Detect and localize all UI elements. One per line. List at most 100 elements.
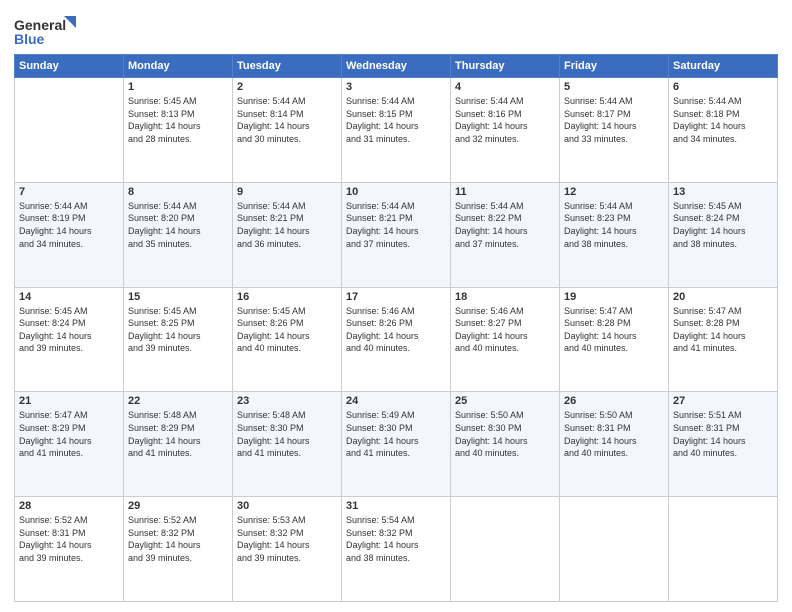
day-info: Sunrise: 5:44 AM Sunset: 8:19 PM Dayligh…: [19, 200, 119, 250]
calendar-cell: 6 Sunrise: 5:44 AM Sunset: 8:18 PM Daylig…: [669, 78, 778, 183]
weekday-header-sunday: Sunday: [15, 55, 124, 78]
calendar-cell: 28Sunrise: 5:52 AM Sunset: 8:31 PM Dayli…: [15, 497, 124, 602]
day-number: 29: [128, 500, 228, 512]
page: GeneralBlue SundayMondayTuesdayWednesday…: [0, 0, 792, 612]
calendar-cell: 2 Sunrise: 5:44 AM Sunset: 8:14 PM Daylig…: [233, 78, 342, 183]
calendar-cell: 11 Sunrise: 5:44 AM Sunset: 8:22 PM Dayli…: [451, 182, 560, 287]
day-info: Sunrise: 5:44 AM Sunset: 8:23 PM Dayligh…: [564, 200, 664, 250]
day-info: Sunrise: 5:47 AM Sunset: 8:28 PM Dayligh…: [564, 305, 664, 355]
day-info: Sunrise: 5:50 AM Sunset: 8:30 PM Dayligh…: [455, 409, 555, 459]
day-number: 6: [673, 81, 773, 93]
day-info: Sunrise: 5:49 AM Sunset: 8:30 PM Dayligh…: [346, 409, 446, 459]
calendar-cell: 29Sunrise: 5:52 AM Sunset: 8:32 PM Dayli…: [124, 497, 233, 602]
calendar-cell: 1 Sunrise: 5:45 AM Sunset: 8:13 PM Daylig…: [124, 78, 233, 183]
day-number: 30: [237, 500, 337, 512]
day-number: 11: [455, 186, 555, 198]
calendar-cell: 30 Sunrise: 5:53 AM Sunset: 8:32 PM Dayli…: [233, 497, 342, 602]
calendar-cell: [451, 497, 560, 602]
weekday-header-wednesday: Wednesday: [342, 55, 451, 78]
weekday-header-row: SundayMondayTuesdayWednesdayThursdayFrid…: [15, 55, 778, 78]
day-number: 8: [128, 186, 228, 198]
day-info: Sunrise: 5:44 AM Sunset: 8:17 PM Dayligh…: [564, 95, 664, 145]
day-info: Sunrise: 5:54 AM Sunset: 8:32 PM Dayligh…: [346, 514, 446, 564]
calendar-cell: [560, 497, 669, 602]
day-info: Sunrise: 5:51 AM Sunset: 8:31 PM Dayligh…: [673, 409, 773, 459]
day-number: 1: [128, 81, 228, 93]
day-info: Sunrise: 5:44 AM Sunset: 8:14 PM Dayligh…: [237, 95, 337, 145]
calendar-cell: 17 Sunrise: 5:46 AM Sunset: 8:26 PM Dayli…: [342, 287, 451, 392]
calendar-cell: [669, 497, 778, 602]
day-info: Sunrise: 5:45 AM Sunset: 8:24 PM Dayligh…: [19, 305, 119, 355]
svg-text:Blue: Blue: [14, 31, 45, 47]
day-info: Sunrise: 5:45 AM Sunset: 8:25 PM Dayligh…: [128, 305, 228, 355]
day-info: Sunrise: 5:45 AM Sunset: 8:13 PM Dayligh…: [128, 95, 228, 145]
day-number: 17: [346, 291, 446, 303]
day-number: 2: [237, 81, 337, 93]
calendar-body: 1 Sunrise: 5:45 AM Sunset: 8:13 PM Daylig…: [15, 78, 778, 602]
day-info: Sunrise: 5:44 AM Sunset: 8:16 PM Dayligh…: [455, 95, 555, 145]
calendar-cell: 18 Sunrise: 5:46 AM Sunset: 8:27 PM Dayli…: [451, 287, 560, 392]
day-number: 31: [346, 500, 446, 512]
logo-svg: GeneralBlue: [14, 14, 84, 50]
day-number: 25: [455, 395, 555, 407]
calendar-cell: 8Sunrise: 5:44 AM Sunset: 8:20 PM Daylig…: [124, 182, 233, 287]
calendar-week-4: 21 Sunrise: 5:47 AM Sunset: 8:29 PM Dayli…: [15, 392, 778, 497]
day-number: 7: [19, 186, 119, 198]
calendar-cell: 23Sunrise: 5:48 AM Sunset: 8:30 PM Dayli…: [233, 392, 342, 497]
calendar-cell: 10Sunrise: 5:44 AM Sunset: 8:21 PM Dayli…: [342, 182, 451, 287]
calendar-cell: 24 Sunrise: 5:49 AM Sunset: 8:30 PM Dayli…: [342, 392, 451, 497]
day-info: Sunrise: 5:44 AM Sunset: 8:22 PM Dayligh…: [455, 200, 555, 250]
weekday-header-monday: Monday: [124, 55, 233, 78]
calendar-cell: 13Sunrise: 5:45 AM Sunset: 8:24 PM Dayli…: [669, 182, 778, 287]
day-number: 18: [455, 291, 555, 303]
day-info: Sunrise: 5:46 AM Sunset: 8:27 PM Dayligh…: [455, 305, 555, 355]
day-info: Sunrise: 5:47 AM Sunset: 8:28 PM Dayligh…: [673, 305, 773, 355]
day-number: 15: [128, 291, 228, 303]
calendar-cell: 27Sunrise: 5:51 AM Sunset: 8:31 PM Dayli…: [669, 392, 778, 497]
calendar-table: SundayMondayTuesdayWednesdayThursdayFrid…: [14, 54, 778, 602]
day-info: Sunrise: 5:48 AM Sunset: 8:29 PM Dayligh…: [128, 409, 228, 459]
day-number: 12: [564, 186, 664, 198]
calendar-cell: 20 Sunrise: 5:47 AM Sunset: 8:28 PM Dayli…: [669, 287, 778, 392]
calendar-cell: 14 Sunrise: 5:45 AM Sunset: 8:24 PM Dayli…: [15, 287, 124, 392]
weekday-header-friday: Friday: [560, 55, 669, 78]
weekday-header-thursday: Thursday: [451, 55, 560, 78]
day-number: 3: [346, 81, 446, 93]
day-number: 28: [19, 500, 119, 512]
day-number: 21: [19, 395, 119, 407]
calendar-header: SundayMondayTuesdayWednesdayThursdayFrid…: [15, 55, 778, 78]
calendar-cell: 16Sunrise: 5:45 AM Sunset: 8:26 PM Dayli…: [233, 287, 342, 392]
day-number: 26: [564, 395, 664, 407]
day-number: 23: [237, 395, 337, 407]
day-info: Sunrise: 5:50 AM Sunset: 8:31 PM Dayligh…: [564, 409, 664, 459]
day-info: Sunrise: 5:44 AM Sunset: 8:18 PM Dayligh…: [673, 95, 773, 145]
calendar-week-1: 1 Sunrise: 5:45 AM Sunset: 8:13 PM Daylig…: [15, 78, 778, 183]
day-number: 5: [564, 81, 664, 93]
calendar-week-3: 14 Sunrise: 5:45 AM Sunset: 8:24 PM Dayli…: [15, 287, 778, 392]
day-info: Sunrise: 5:46 AM Sunset: 8:26 PM Dayligh…: [346, 305, 446, 355]
day-number: 20: [673, 291, 773, 303]
calendar-week-2: 7 Sunrise: 5:44 AM Sunset: 8:19 PM Daylig…: [15, 182, 778, 287]
day-number: 24: [346, 395, 446, 407]
logo: GeneralBlue: [14, 14, 84, 50]
day-info: Sunrise: 5:53 AM Sunset: 8:32 PM Dayligh…: [237, 514, 337, 564]
day-number: 4: [455, 81, 555, 93]
day-number: 9: [237, 186, 337, 198]
calendar-week-5: 28Sunrise: 5:52 AM Sunset: 8:31 PM Dayli…: [15, 497, 778, 602]
day-info: Sunrise: 5:45 AM Sunset: 8:24 PM Dayligh…: [673, 200, 773, 250]
calendar-cell: 5 Sunrise: 5:44 AM Sunset: 8:17 PM Daylig…: [560, 78, 669, 183]
day-info: Sunrise: 5:44 AM Sunset: 8:21 PM Dayligh…: [346, 200, 446, 250]
day-number: 14: [19, 291, 119, 303]
calendar-cell: 9 Sunrise: 5:44 AM Sunset: 8:21 PM Daylig…: [233, 182, 342, 287]
day-info: Sunrise: 5:45 AM Sunset: 8:26 PM Dayligh…: [237, 305, 337, 355]
calendar-cell: 21 Sunrise: 5:47 AM Sunset: 8:29 PM Dayli…: [15, 392, 124, 497]
calendar-cell: 31 Sunrise: 5:54 AM Sunset: 8:32 PM Dayli…: [342, 497, 451, 602]
day-info: Sunrise: 5:47 AM Sunset: 8:29 PM Dayligh…: [19, 409, 119, 459]
calendar-cell: 4 Sunrise: 5:44 AM Sunset: 8:16 PM Daylig…: [451, 78, 560, 183]
weekday-header-saturday: Saturday: [669, 55, 778, 78]
calendar-cell: 12 Sunrise: 5:44 AM Sunset: 8:23 PM Dayli…: [560, 182, 669, 287]
calendar-cell: 25 Sunrise: 5:50 AM Sunset: 8:30 PM Dayli…: [451, 392, 560, 497]
day-info: Sunrise: 5:44 AM Sunset: 8:21 PM Dayligh…: [237, 200, 337, 250]
calendar-cell: 26 Sunrise: 5:50 AM Sunset: 8:31 PM Dayli…: [560, 392, 669, 497]
day-number: 19: [564, 291, 664, 303]
